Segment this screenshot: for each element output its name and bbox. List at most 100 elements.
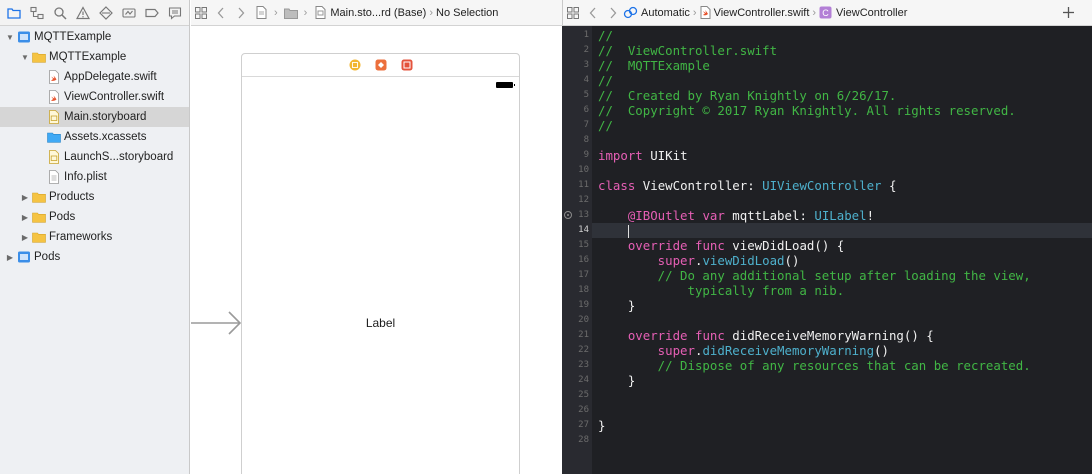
debug-navigator-button[interactable] — [119, 3, 138, 22]
tree-row[interactable]: ▼ MQTTExample — [0, 47, 189, 67]
battery-icon — [496, 82, 515, 88]
initial-view-controller-arrow-icon[interactable] — [191, 310, 243, 336]
forward-button[interactable] — [231, 3, 251, 23]
code-line[interactable]: } — [592, 373, 1092, 388]
code-line[interactable] — [592, 223, 1092, 238]
tree-row[interactable]: ▶ Frameworks — [0, 227, 189, 247]
code-line[interactable]: // Copyright © 2017 Ryan Knightly. All r… — [592, 103, 1092, 118]
tree-row[interactable]: Info.plist — [0, 167, 189, 187]
search-icon — [53, 6, 67, 20]
code-line[interactable]: // MQTTExample — [592, 58, 1092, 73]
code-line[interactable]: super.viewDidLoad() — [592, 253, 1092, 268]
code-line[interactable]: // — [592, 73, 1092, 88]
breakpoint-navigator-button[interactable] — [142, 3, 161, 22]
code-token: func — [695, 328, 725, 343]
swift-file-icon — [700, 6, 711, 19]
tree-row[interactable]: Main.storyboard — [0, 107, 189, 127]
code-line[interactable]: @IBOutlet var mqttLabel: UILabel! — [592, 208, 1092, 223]
code-line[interactable]: import UIKit — [592, 148, 1092, 163]
class-crumb[interactable]: ViewController — [836, 7, 907, 19]
related-items-button[interactable] — [563, 3, 583, 23]
view-controller-scene[interactable]: Label — [241, 53, 520, 474]
project-crumb[interactable] — [251, 3, 271, 23]
forward-button[interactable] — [603, 3, 623, 23]
swift-file-crumb[interactable]: ViewController.swift — [714, 7, 810, 19]
code-line[interactable] — [592, 448, 1092, 463]
code-line[interactable]: super.didReceiveMemoryWarning() — [592, 343, 1092, 358]
code-line[interactable]: // Created by Ryan Knightly on 6/26/17. — [592, 88, 1092, 103]
selection-crumb[interactable]: No Selection — [436, 7, 498, 19]
first-responder-icon[interactable] — [375, 59, 387, 71]
test-navigator-button[interactable] — [96, 3, 115, 22]
swift-file-icon — [47, 90, 61, 104]
breakpoint-icon — [144, 8, 159, 17]
code-line[interactable]: typically from a nib. — [592, 283, 1092, 298]
tree-row[interactable]: AppDelegate.swift — [0, 67, 189, 87]
folder-crumb[interactable] — [281, 3, 301, 23]
tree-row[interactable]: ViewController.swift — [0, 87, 189, 107]
code-token: // — [598, 118, 613, 133]
code-line[interactable] — [592, 163, 1092, 178]
line-number: 8 — [583, 135, 589, 145]
storyboard-file-crumb[interactable]: Main.sto...rd (Base) — [330, 7, 426, 19]
exit-icon[interactable] — [401, 59, 413, 71]
code-line[interactable]: } — [592, 418, 1092, 433]
line-number: 27 — [578, 420, 589, 430]
code-line[interactable] — [592, 193, 1092, 208]
project-navigator-button[interactable] — [4, 3, 23, 22]
code-token: UIKit — [642, 148, 688, 163]
code-editor[interactable]: 1 2 3 4 5 6 7 8 9 10 11 12 13 14 15 16 17 18 19 20 21 22 23 24 2… — [562, 26, 1092, 474]
disclosure-closed-icon[interactable]: ▶ — [20, 192, 30, 202]
code-line[interactable]: override func didReceiveMemoryWarning() … — [592, 328, 1092, 343]
code-line[interactable]: // Dispose of any resources that can be … — [592, 358, 1092, 373]
code-line[interactable] — [592, 133, 1092, 148]
report-navigator-button[interactable] — [165, 3, 184, 22]
back-button[interactable] — [211, 3, 231, 23]
storyboard-file-crumb-icon[interactable] — [310, 3, 330, 23]
chevron-separator-icon: › — [274, 6, 278, 19]
issue-navigator-button[interactable] — [73, 3, 92, 22]
add-editor-button[interactable] — [1058, 3, 1078, 23]
disclosure-closed-icon[interactable]: ▶ — [5, 252, 15, 262]
disclosure-closed-icon[interactable]: ▶ — [20, 212, 30, 222]
related-items-button[interactable] — [191, 3, 211, 23]
code-line[interactable] — [592, 433, 1092, 448]
chevron-right-icon — [238, 7, 245, 18]
code-line[interactable]: class ViewController: UIViewController { — [592, 178, 1092, 193]
label-view[interactable]: Label — [242, 316, 519, 330]
source-control-navigator-button[interactable] — [27, 3, 46, 22]
code-line[interactable]: // ViewController.swift — [592, 43, 1092, 58]
disclosure-open-icon[interactable]: ▼ — [20, 52, 30, 62]
code-token: () — [874, 343, 889, 358]
view-controller-icon[interactable] — [349, 59, 361, 71]
tree-row[interactable]: Assets.xcassets — [0, 127, 189, 147]
code-text-area[interactable]: //// ViewController.swift// MQTTExample /… — [592, 26, 1092, 474]
line-number: 17 — [578, 270, 589, 280]
tree-row[interactable]: ▶ Pods — [0, 207, 189, 227]
tree-row[interactable]: ▼ MQTTExample — [0, 27, 189, 47]
code-line[interactable]: // — [592, 118, 1092, 133]
automatic-link-icon[interactable] — [623, 5, 638, 20]
tree-row-label: Frameworks — [49, 231, 113, 243]
folder-icon — [32, 50, 46, 64]
code-line[interactable]: } — [592, 298, 1092, 313]
code-line[interactable]: // Do any additional setup after loading… — [592, 268, 1092, 283]
tree-row[interactable]: ▶ Pods — [0, 247, 189, 267]
code-line[interactable]: override func viewDidLoad() { — [592, 238, 1092, 253]
code-line[interactable] — [592, 313, 1092, 328]
tree-row[interactable]: ▶ Products — [0, 187, 189, 207]
code-line[interactable]: // — [592, 28, 1092, 43]
outlet-connection-icon[interactable] — [564, 211, 572, 219]
find-navigator-button[interactable] — [50, 3, 69, 22]
disclosure-open-icon[interactable]: ▼ — [5, 32, 15, 42]
tree-row[interactable]: LaunchS...storyboard — [0, 147, 189, 167]
storyboard-canvas: › › Main.sto...rd (Base) › No Selection — [191, 0, 562, 474]
code-token: super — [598, 253, 695, 268]
back-button[interactable] — [583, 3, 603, 23]
disclosure-closed-icon[interactable]: ▶ — [20, 232, 30, 242]
code-line[interactable] — [592, 403, 1092, 418]
automatic-mode-crumb[interactable]: Automatic — [641, 7, 690, 19]
code-line[interactable] — [592, 388, 1092, 403]
